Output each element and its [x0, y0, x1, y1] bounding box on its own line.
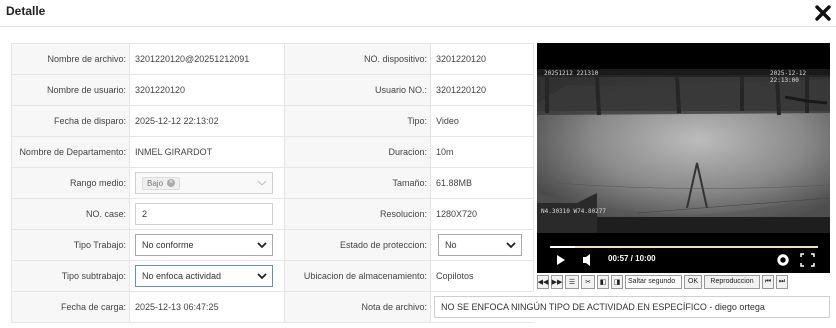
list-button[interactable]: ☰ — [565, 274, 579, 289]
list-icon: ☰ — [568, 278, 576, 286]
rango-medio-tag-label: Bajo — [147, 178, 164, 188]
fecha-disparo-label: Fecha de disparo: — [12, 106, 130, 136]
no-case-cell: 2 — [130, 199, 285, 229]
overlay-top-left: 20251212 221310 — [544, 70, 599, 77]
duracion-label: Duracion: — [285, 137, 431, 167]
rango-medio-tag: Bajo × — [142, 176, 181, 190]
tipo-trabajo-label: Tipo Trabajo: — [12, 230, 130, 260]
estado-proteccion-select-value: No — [445, 240, 457, 250]
settings-icon[interactable] — [777, 254, 789, 266]
table-row: Tipo subtrabajo: No enfoca actividad Ubi… — [12, 261, 534, 292]
resolucion-value: 1280X720 — [431, 199, 534, 229]
tipo-subtrabajo-cell: No enfoca actividad — [130, 261, 285, 291]
first-button[interactable]: ⏮ — [762, 274, 774, 289]
frame-forward-button[interactable]: ◨ — [611, 274, 623, 289]
table-row: Nombre de usuario: 3201220120 Usuario NO… — [12, 75, 534, 106]
no-case-label: NO. case: — [12, 199, 130, 229]
overlay-bottom-left: N4.30310 W74.80277 — [541, 208, 607, 215]
fecha-disparo-value: 2025-12-12 22:13:02 — [130, 106, 285, 136]
table-row: Fecha de disparo: 2025-12-12 22:13:02 Ti… — [12, 106, 534, 137]
departamento-label: Nombre de Departamento: — [12, 137, 130, 167]
no-case-input[interactable]: 2 — [135, 203, 273, 225]
ok-button[interactable]: OK — [684, 274, 702, 289]
table-row: Nombre de Departamento: INMEL GIRARDOT D… — [12, 137, 534, 168]
nombre-usuario-label: Nombre de usuario: — [12, 75, 130, 105]
seek-progress — [550, 246, 576, 248]
nota-archivo-input[interactable]: NO SE ENFOCA NINGÚN TIPO DE ACTIVIDAD EN… — [434, 296, 830, 318]
rewind-button[interactable]: ◀◀ — [537, 274, 549, 289]
fecha-carga-value: 2025-12-13 06:47:25 — [130, 292, 285, 322]
close-icon[interactable] — [813, 3, 833, 23]
table-row: Rango medio: Bajo × Tamaño: 61.88MB — [12, 168, 534, 199]
forward-button[interactable]: ▶▶ — [551, 274, 563, 289]
ubicacion-value: Copilotos — [431, 261, 534, 291]
time-display: 00:57 / 10:00 — [608, 254, 656, 263]
frame-forward-icon: ◨ — [613, 278, 621, 286]
skip-seconds-placeholder: Saltar segundo — [628, 278, 676, 285]
nombre-archivo-value: 3201220120@20251212091 — [130, 44, 285, 74]
skip-end-icon: ⏭ — [778, 277, 786, 285]
rewind-icon: ◀◀ — [537, 278, 549, 286]
chevron-down-icon — [257, 180, 267, 186]
resolucion-label: Resolucion: — [285, 199, 431, 229]
tipo-label: Tipo: — [285, 106, 431, 136]
chevron-down-icon — [506, 242, 516, 249]
remove-tag-icon[interactable]: × — [167, 179, 176, 187]
usuario-no-value: 3201220120 — [431, 75, 534, 105]
no-dispositivo-value: 3201220120 — [431, 44, 534, 74]
nota-archivo-input-value: NO SE ENFOCA NINGÚN TIPO DE ACTIVIDAD EN… — [441, 302, 765, 312]
table-row: Tipo Trabajo: No conforme Estado de prot… — [12, 230, 534, 261]
tamano-value: 61.88MB — [431, 168, 534, 198]
rango-medio-label: Rango medio: — [12, 168, 130, 198]
fecha-carga-label: Fecha de carga: — [12, 292, 130, 322]
seek-bar[interactable] — [550, 246, 818, 248]
player-toolbar: ◀◀ ▶▶ ☰ ✂ ◧ ◨ Saltar segundo OK Reproduc… — [537, 274, 830, 289]
tipo-subtrabajo-select[interactable]: No enfoca actividad — [135, 265, 273, 287]
duracion-value: 10m — [431, 137, 534, 167]
details-table: Nombre de archivo: 3201220120@2025121209… — [11, 43, 830, 323]
nota-archivo-label: Nota de archivo: — [285, 292, 431, 322]
chevron-down-icon — [257, 273, 267, 280]
scissors-icon: ✂ — [585, 278, 591, 286]
table-row: NO. case: 2 Resolucion: 1280X720 — [12, 199, 534, 230]
skip-start-icon: ⏮ — [764, 277, 772, 285]
video-player[interactable]: 20251212 221310 2025-12-12 22:13:00 N4.3… — [537, 43, 830, 273]
playback-button[interactable]: Reproduccion — [704, 274, 760, 289]
table-row: Fecha de carga: 2025-12-13 06:47:25 Nota… — [12, 292, 830, 323]
table-row: Nombre de archivo: 3201220120@2025121209… — [12, 44, 534, 75]
cut-button[interactable]: ✂ — [581, 274, 595, 289]
nombre-archivo-label: Nombre de archivo: — [12, 44, 130, 74]
dialog-title: Detalle — [6, 4, 46, 18]
ok-button-label: OK — [687, 278, 699, 285]
nombre-usuario-value: 3201220120 — [130, 75, 285, 105]
overlay-top-right: 2025-12-12 22:13:00 — [770, 70, 807, 84]
usuario-no-label: Usuario NO.: — [285, 75, 431, 105]
estado-proteccion-select[interactable]: No — [438, 234, 522, 256]
tipo-subtrabajo-label: Tipo subtrabajo: — [12, 261, 130, 291]
skip-seconds-input[interactable]: Saltar segundo — [625, 274, 682, 289]
tipo-trabajo-cell: No conforme — [130, 230, 285, 260]
tipo-trabajo-select-value: No conforme — [142, 240, 194, 250]
departamento-value: INMEL GIRARDOT — [130, 137, 285, 167]
estado-proteccion-cell: No — [431, 230, 534, 260]
chevron-down-icon — [257, 242, 267, 249]
rango-medio-cell: Bajo × — [130, 168, 285, 198]
no-dispositivo-label: NO. dispositivo: — [285, 44, 431, 74]
fast-forward-icon: ▶▶ — [551, 278, 563, 286]
no-case-input-value: 2 — [142, 209, 148, 219]
frame-back-button[interactable]: ◧ — [597, 274, 609, 289]
estado-proteccion-label: Estado de proteccion: — [285, 230, 431, 260]
tipo-value: Video — [431, 106, 534, 136]
tipo-subtrabajo-select-value: No enfoca actividad — [142, 271, 222, 281]
tipo-trabajo-select[interactable]: No conforme — [135, 234, 273, 256]
tamano-label: Tamaño: — [285, 168, 431, 198]
rango-medio-select[interactable]: Bajo × — [135, 172, 273, 194]
last-button[interactable]: ⏭ — [776, 274, 788, 289]
frame-back-icon: ◧ — [599, 278, 607, 286]
playback-button-label: Reproduccion — [710, 278, 754, 285]
ubicacion-label: Ubicacion de almacenamiento: — [285, 261, 431, 291]
dialog-header: Detalle — [0, 0, 836, 27]
